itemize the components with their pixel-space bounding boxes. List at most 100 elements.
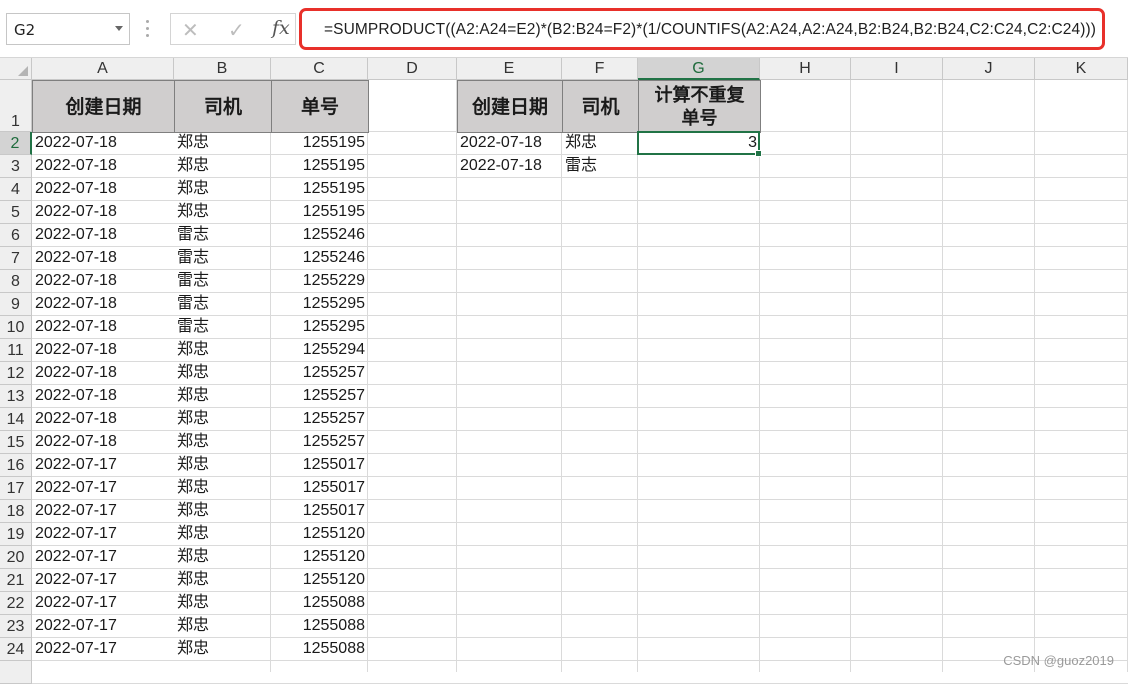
cell-c21[interactable]: 1255120 xyxy=(271,569,368,592)
column-header-g[interactable]: G xyxy=(638,58,760,80)
fx-icon[interactable]: fx xyxy=(272,17,290,39)
cell-a19[interactable]: 2022-07-17 xyxy=(32,523,174,546)
row-header-6[interactable]: 6 xyxy=(0,224,32,247)
cell-c22[interactable]: 1255088 xyxy=(271,592,368,615)
cell-a17[interactable]: 2022-07-17 xyxy=(32,477,174,500)
cell-b6[interactable]: 雷志 xyxy=(174,224,271,247)
table-header-cell[interactable]: 司机 xyxy=(174,80,272,133)
row-header-12[interactable]: 12 xyxy=(0,362,32,385)
cell-b18[interactable]: 郑忠 xyxy=(174,500,271,523)
check-icon[interactable]: ✓ xyxy=(228,18,245,42)
column-header-a[interactable]: A xyxy=(32,58,174,80)
cell-a6[interactable]: 2022-07-18 xyxy=(32,224,174,247)
row-header-next[interactable] xyxy=(0,661,32,684)
cell-a22[interactable]: 2022-07-17 xyxy=(32,592,174,615)
cell-c7[interactable]: 1255246 xyxy=(271,247,368,270)
column-header-f[interactable]: F xyxy=(562,58,638,80)
cell-c12[interactable]: 1255257 xyxy=(271,362,368,385)
cell-f3[interactable]: 雷志 xyxy=(562,155,638,178)
cell-c18[interactable]: 1255017 xyxy=(271,500,368,523)
cell-a16[interactable]: 2022-07-17 xyxy=(32,454,174,477)
cell-b14[interactable]: 郑忠 xyxy=(174,408,271,431)
cell-a8[interactable]: 2022-07-18 xyxy=(32,270,174,293)
cell-a10[interactable]: 2022-07-18 xyxy=(32,316,174,339)
row-header-15[interactable]: 15 xyxy=(0,431,32,454)
cell-b2[interactable]: 郑忠 xyxy=(174,132,271,155)
cell-c20[interactable]: 1255120 xyxy=(271,546,368,569)
cell-c5[interactable]: 1255195 xyxy=(271,201,368,224)
cell-c15[interactable]: 1255257 xyxy=(271,431,368,454)
row-header-2[interactable]: 2 xyxy=(0,132,32,155)
cell-c10[interactable]: 1255295 xyxy=(271,316,368,339)
cell-b12[interactable]: 郑忠 xyxy=(174,362,271,385)
cell-b9[interactable]: 雷志 xyxy=(174,293,271,316)
cell-b7[interactable]: 雷志 xyxy=(174,247,271,270)
row-header-3[interactable]: 3 xyxy=(0,155,32,178)
worksheet-grid[interactable]: A B C D E F G H I J K 1 2 3 4 5 6 7 8 9 10 11 12 13 14 15 16 17 18 19… xyxy=(0,58,1128,684)
row-header-22[interactable]: 22 xyxy=(0,592,32,615)
cell-c9[interactable]: 1255295 xyxy=(271,293,368,316)
cell-c24[interactable]: 1255088 xyxy=(271,638,368,661)
cell-b8[interactable]: 雷志 xyxy=(174,270,271,293)
cell-a21[interactable]: 2022-07-17 xyxy=(32,569,174,592)
row-header-4[interactable]: 4 xyxy=(0,178,32,201)
cell-c14[interactable]: 1255257 xyxy=(271,408,368,431)
table-header-cell[interactable]: 计算不重复 单号 xyxy=(638,80,761,133)
drag-handle-icon[interactable] xyxy=(146,20,149,38)
cell-b16[interactable]: 郑忠 xyxy=(174,454,271,477)
cell-b23[interactable]: 郑忠 xyxy=(174,615,271,638)
cell-c17[interactable]: 1255017 xyxy=(271,477,368,500)
cell-a20[interactable]: 2022-07-17 xyxy=(32,546,174,569)
table-header-cell[interactable]: 司机 xyxy=(562,80,639,133)
row-header-11[interactable]: 11 xyxy=(0,339,32,362)
cell-b21[interactable]: 郑忠 xyxy=(174,569,271,592)
cell-e3[interactable]: 2022-07-18 xyxy=(457,155,562,178)
cell-a23[interactable]: 2022-07-17 xyxy=(32,615,174,638)
cell-a9[interactable]: 2022-07-18 xyxy=(32,293,174,316)
row-header-21[interactable]: 21 xyxy=(0,569,32,592)
cell-c2[interactable]: 1255195 xyxy=(271,132,368,155)
cell-c23[interactable]: 1255088 xyxy=(271,615,368,638)
cell-b4[interactable]: 郑忠 xyxy=(174,178,271,201)
row-header-19[interactable]: 19 xyxy=(0,523,32,546)
cell-f2[interactable]: 郑忠 xyxy=(562,132,638,155)
cell-b15[interactable]: 郑忠 xyxy=(174,431,271,454)
cell-a11[interactable]: 2022-07-18 xyxy=(32,339,174,362)
cell-a7[interactable]: 2022-07-18 xyxy=(32,247,174,270)
cell-b19[interactable]: 郑忠 xyxy=(174,523,271,546)
table-header-cell[interactable]: 创建日期 xyxy=(457,80,563,133)
cell-b24[interactable]: 郑忠 xyxy=(174,638,271,661)
cell-c8[interactable]: 1255229 xyxy=(271,270,368,293)
cell-a3[interactable]: 2022-07-18 xyxy=(32,155,174,178)
cell-b10[interactable]: 雷志 xyxy=(174,316,271,339)
cell-b22[interactable]: 郑忠 xyxy=(174,592,271,615)
row-header-7[interactable]: 7 xyxy=(0,247,32,270)
cell-e2[interactable]: 2022-07-18 xyxy=(457,132,562,155)
cell-b20[interactable]: 郑忠 xyxy=(174,546,271,569)
row-header-16[interactable]: 16 xyxy=(0,454,32,477)
row-header-23[interactable]: 23 xyxy=(0,615,32,638)
column-header-h[interactable]: H xyxy=(760,58,851,80)
cell-a12[interactable]: 2022-07-18 xyxy=(32,362,174,385)
close-icon[interactable]: ✕ xyxy=(182,18,199,42)
row-header-18[interactable]: 18 xyxy=(0,500,32,523)
row-header-5[interactable]: 5 xyxy=(0,201,32,224)
cell-b17[interactable]: 郑忠 xyxy=(174,477,271,500)
column-header-j[interactable]: J xyxy=(943,58,1035,80)
chevron-down-icon[interactable] xyxy=(115,26,123,31)
cell-a5[interactable]: 2022-07-18 xyxy=(32,201,174,224)
row-header-20[interactable]: 20 xyxy=(0,546,32,569)
cell-a24[interactable]: 2022-07-17 xyxy=(32,638,174,661)
row-header-9[interactable]: 9 xyxy=(0,293,32,316)
cell-b13[interactable]: 郑忠 xyxy=(174,385,271,408)
table-header-cell[interactable]: 创建日期 xyxy=(32,80,175,133)
row-header-14[interactable]: 14 xyxy=(0,408,32,431)
column-header-e[interactable]: E xyxy=(457,58,562,80)
cell-a2[interactable]: 2022-07-18 xyxy=(32,132,174,155)
table-header-cell[interactable]: 单号 xyxy=(271,80,369,133)
cell-a18[interactable]: 2022-07-17 xyxy=(32,500,174,523)
row-header-24[interactable]: 24 xyxy=(0,638,32,661)
cell-c11[interactable]: 1255294 xyxy=(271,339,368,362)
cell-c19[interactable]: 1255120 xyxy=(271,523,368,546)
cell-c4[interactable]: 1255195 xyxy=(271,178,368,201)
